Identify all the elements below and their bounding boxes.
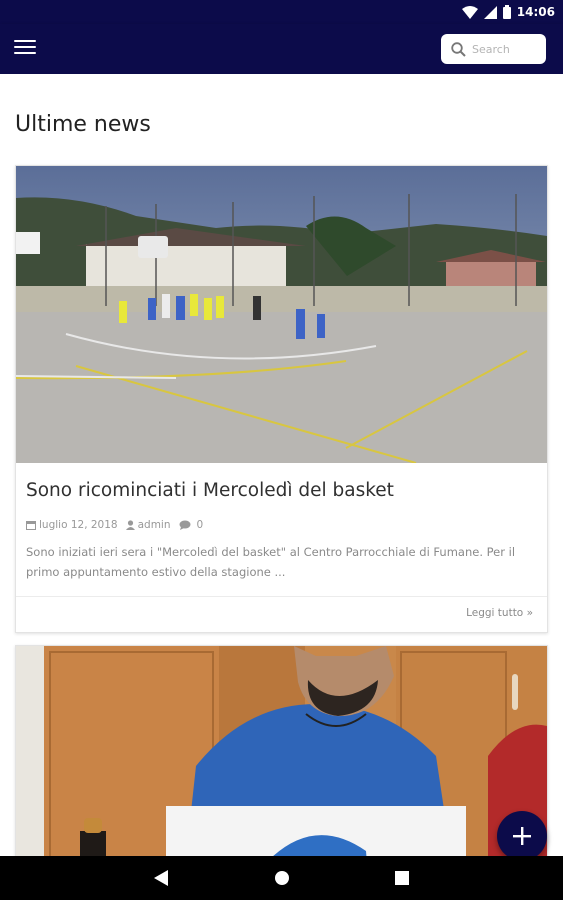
- search-box[interactable]: [441, 34, 546, 64]
- home-icon[interactable]: [272, 868, 292, 888]
- calendar-icon: [26, 521, 36, 530]
- post-author-text: admin: [137, 519, 171, 531]
- page-title: Ultime news: [15, 112, 151, 137]
- add-fab-button[interactable]: [497, 811, 547, 861]
- search-icon[interactable]: [451, 41, 466, 57]
- signal-icon: [483, 5, 497, 19]
- post-title[interactable]: Sono ricominciati i Mercoledì del basket: [26, 480, 394, 501]
- battery-icon: [502, 5, 511, 19]
- status-bar: 14:06: [0, 0, 563, 24]
- comment-icon: [179, 520, 190, 530]
- back-icon[interactable]: [151, 868, 171, 888]
- news-card[interactable]: Sono ricominciati i Mercoledì del basket…: [15, 165, 548, 633]
- post-date: luglio 12, 2018: [26, 519, 118, 531]
- post-comments-count: 0: [196, 519, 204, 531]
- recents-icon[interactable]: [392, 868, 412, 888]
- post-meta: luglio 12, 2018 admin 0: [26, 519, 211, 531]
- news-card[interactable]: [15, 645, 548, 856]
- hamburger-icon[interactable]: [14, 40, 36, 58]
- card-footer: Leggi tutto »: [16, 596, 547, 633]
- news-content[interactable]: Ultime news Sono ricominciati i Mercoled…: [0, 74, 563, 856]
- app-toolbar: [0, 24, 563, 74]
- post-author[interactable]: admin: [125, 519, 171, 531]
- search-input[interactable]: [472, 42, 534, 56]
- post-comments[interactable]: 0: [179, 519, 204, 531]
- post-image[interactable]: [16, 166, 547, 463]
- user-icon: [125, 520, 135, 530]
- status-time: 14:06: [516, 5, 555, 19]
- system-nav-bar: [0, 856, 563, 900]
- wifi-icon: [461, 5, 478, 19]
- plus-icon: [513, 827, 531, 845]
- post-date-text: luglio 12, 2018: [39, 519, 118, 531]
- post-image[interactable]: [16, 646, 547, 856]
- read-more-link[interactable]: Leggi tutto »: [466, 607, 533, 619]
- post-excerpt: Sono iniziati ieri sera i "Mercoledì del…: [26, 545, 516, 579]
